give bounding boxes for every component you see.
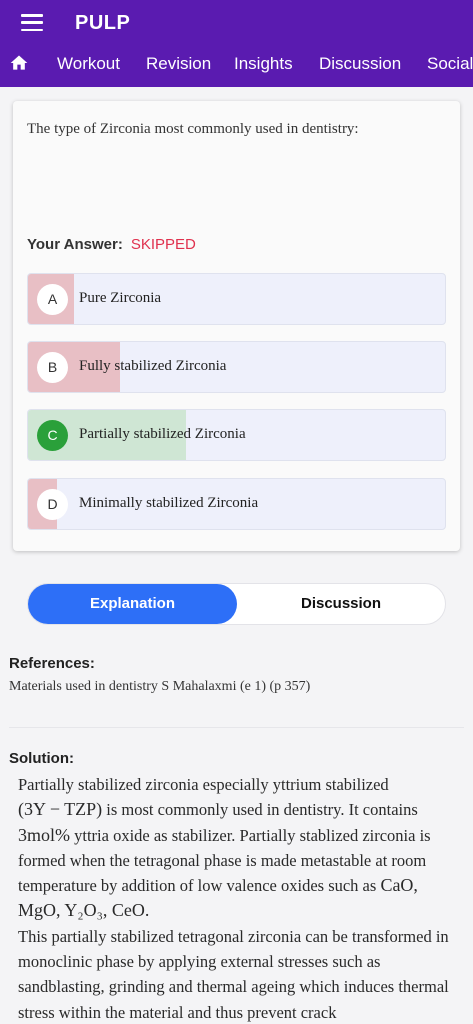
divider [9,727,464,728]
option-a-letter: A [37,284,68,315]
option-c-letter: C [37,420,68,451]
question-text: The type of Zirconia most commonly used … [27,121,359,137]
home-icon[interactable] [9,53,29,73]
tab-explanation[interactable]: Explanation [28,584,237,624]
option-d[interactable]: D Minimally stabilized Zirconia [27,478,446,530]
option-b-letter: B [37,352,68,383]
answer-status: SKIPPED [130,236,196,253]
nav-bar: Workout Revision Insights Discussion Soc… [0,44,473,84]
option-c[interactable]: C Partially stabilized Zirconia [27,409,446,461]
solution-part-1: Partially stabilized zirconia especially… [18,775,389,794]
references-heading: References: [9,655,95,672]
option-c-text: Partially stabilized Zirconia [79,426,246,442]
solution-formula-1: (3Y − TZP) [18,799,103,820]
nav-social[interactable]: Social [427,54,473,74]
your-answer: Your Answer: SKIPPED [27,236,196,253]
option-b-text: Fully stabilized Zirconia [79,358,227,374]
option-a-text: Pure Zirconia [79,290,162,306]
nav-discussion[interactable]: Discussion [319,54,401,74]
nav-insights[interactable]: Insights [234,54,293,74]
references-text: Materials used in dentistry S Mahalaxmi … [9,679,311,694]
option-d-letter: D [37,489,68,520]
question-card: The type of Zirconia most commonly used … [13,101,460,551]
hamburger-menu-icon[interactable] [21,14,43,32]
option-a[interactable]: A Pure Zirconia [27,273,446,325]
solution-formula-2: 3mol% [18,824,70,845]
solution-part-2: is most commonly used in dentistry. It c… [102,800,418,820]
explanation-discussion-toggle: Explanation Discussion [27,583,446,625]
app-header: PULP Workout Revision Insights Discussio… [0,0,473,87]
tab-discussion[interactable]: Discussion [237,584,445,624]
solution-text: Partially stabilized zirconia especially… [18,772,464,1024]
solution-heading: Solution: [9,750,74,767]
option-d-text: Minimally stabilized Zirconia [79,495,259,511]
solution-part-3: yttria oxide as stabilizer. Partially st… [18,825,431,896]
your-answer-label: Your Answer: [27,236,123,253]
nav-workout[interactable]: Workout [57,54,120,74]
app-title: PULP [75,12,131,34]
nav-revision[interactable]: Revision [146,54,211,74]
solution-part-4: This partially stabilized tetragonal zir… [18,926,449,1022]
option-b[interactable]: B Fully stabilized Zirconia [27,341,446,393]
